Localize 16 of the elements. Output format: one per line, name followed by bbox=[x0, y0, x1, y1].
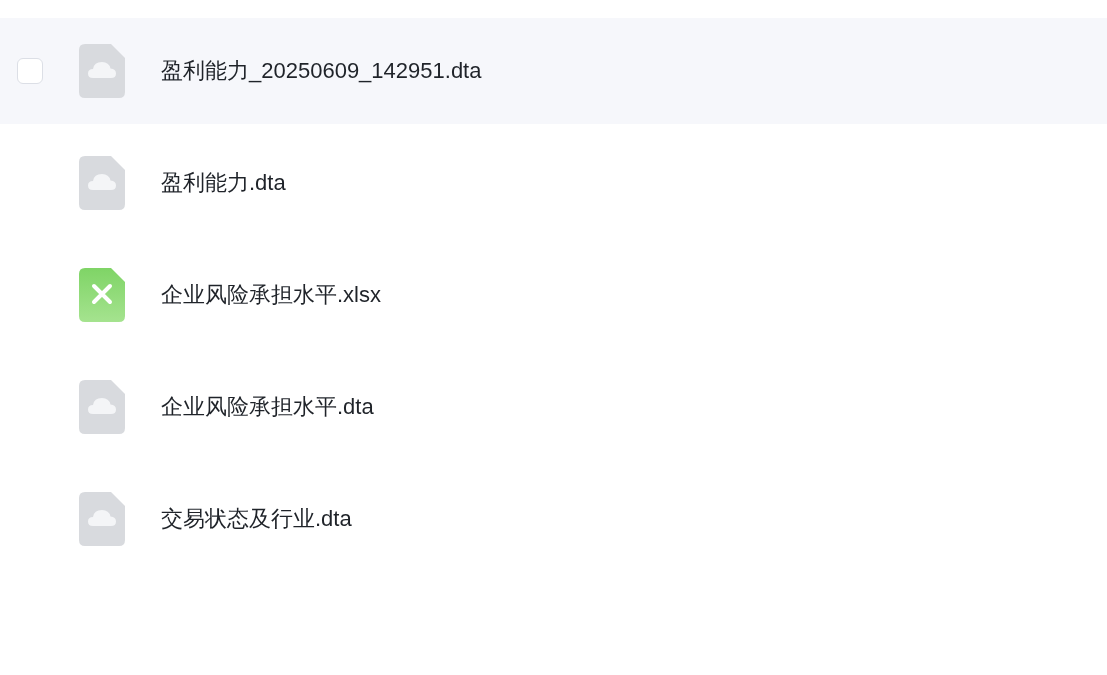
cloud-file-icon bbox=[79, 492, 125, 546]
file-row[interactable]: 企业风险承担水平.xlsx bbox=[0, 242, 1107, 348]
checkbox[interactable] bbox=[17, 58, 43, 84]
file-row[interactable]: 盈利能力.dta bbox=[0, 130, 1107, 236]
file-row[interactable]: 企业风险承担水平.dta bbox=[0, 354, 1107, 460]
file-row[interactable]: 盈利能力_20250609_142951.dta bbox=[0, 18, 1107, 124]
cloud-file-icon bbox=[79, 156, 125, 210]
cloud-file-icon bbox=[79, 44, 125, 98]
file-name: 企业风险承担水平.dta bbox=[161, 393, 374, 421]
file-name: 企业风险承担水平.xlsx bbox=[161, 281, 381, 309]
file-name: 交易状态及行业.dta bbox=[161, 505, 352, 533]
cloud-file-icon bbox=[79, 380, 125, 434]
file-name: 盈利能力.dta bbox=[161, 169, 286, 197]
spreadsheet-file-icon bbox=[79, 268, 125, 322]
file-name: 盈利能力_20250609_142951.dta bbox=[161, 57, 482, 85]
file-row[interactable]: 交易状态及行业.dta bbox=[0, 466, 1107, 572]
